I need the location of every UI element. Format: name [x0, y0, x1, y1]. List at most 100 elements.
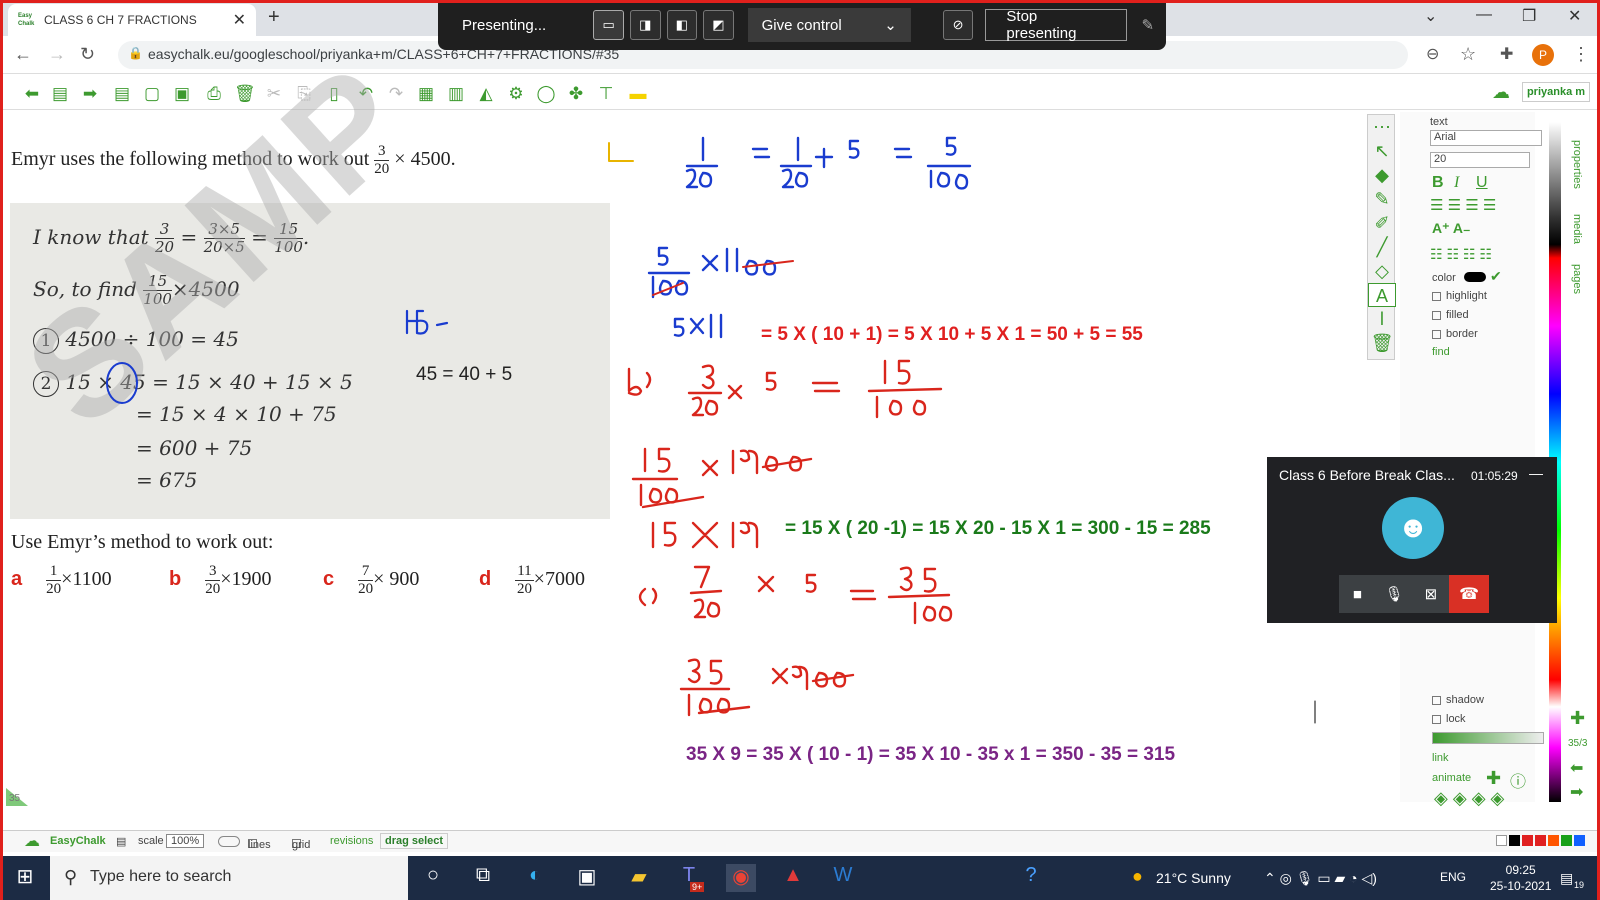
text-pen-icon[interactable]: ǀ	[1368, 307, 1396, 331]
meet-floating-window[interactable]: Class 6 Before Break Clas... 01:05:29 — …	[1267, 457, 1557, 623]
tab-properties[interactable]: properties	[1571, 140, 1583, 189]
sticky-note-icon[interactable]: ▬	[628, 84, 648, 104]
new-page-icon[interactable]: ▤	[112, 84, 132, 104]
word-icon[interactable]: W	[828, 864, 858, 892]
new-tab-icon[interactable]: +	[268, 6, 280, 29]
back-icon[interactable]: ←	[14, 44, 32, 65]
shapes-icon[interactable]: ◇	[1368, 259, 1396, 283]
swatch-black[interactable]	[1509, 835, 1520, 846]
toggle-switch[interactable]	[218, 836, 240, 847]
hang-up-icon[interactable]: ☎	[1449, 575, 1489, 613]
taskbar-search[interactable]: ⚲ Type here to search	[50, 856, 408, 900]
whiteboard-canvas[interactable]: Emyr uses the following method to work o…	[0, 32, 1353, 811]
present-screen-icon[interactable]: ⊠	[1413, 585, 1450, 603]
line-icon[interactable]: ╱	[1368, 235, 1396, 259]
microphone-icon[interactable]: 🎙	[1376, 585, 1413, 603]
typed-45-split[interactable]: 45 = 40 + 5	[416, 364, 512, 386]
notification-icon[interactable]: ▤	[1560, 870, 1573, 887]
scale-select[interactable]: 100%	[166, 834, 205, 848]
camera-icon[interactable]: ■	[1339, 586, 1376, 603]
typed-purple-line[interactable]: 35 X 9 = 35 X ( 10 - 1) = 35 X 10 - 35 x…	[686, 744, 1175, 766]
tray-icons[interactable]: ⌃ ◎ 🎙 ▭ ▰ ◔ ◁)	[1264, 870, 1377, 887]
eraser-icon[interactable]: ◆	[1368, 163, 1396, 187]
tab-media[interactable]: media	[1571, 214, 1583, 244]
swatch-white[interactable]	[1496, 835, 1507, 846]
extensions-icon[interactable]: ✚	[1500, 44, 1513, 64]
pen-icon[interactable]: ✎	[1368, 187, 1396, 211]
comment-icon[interactable]: ◯	[536, 84, 556, 104]
diagram-icon[interactable]: ⚙	[506, 84, 526, 104]
typed-green-line[interactable]: = 15 X ( 20 -1) = 15 X 20 - 15 X 1 = 300…	[785, 518, 1211, 540]
highlight-option[interactable]: highlight	[1432, 290, 1487, 302]
grip-icon[interactable]: ⋯	[1368, 115, 1396, 139]
edge-icon[interactable]: ◐	[520, 864, 550, 892]
zoom-icon[interactable]: ⊖	[1426, 44, 1439, 64]
align-icons[interactable]: ☰ ☰ ☰ ☰	[1430, 196, 1496, 214]
swatch-red[interactable]	[1522, 835, 1533, 846]
prev-page-icon[interactable]: ⬅	[22, 84, 42, 104]
profile-avatar[interactable]: P	[1532, 44, 1554, 66]
swatch-green[interactable]	[1561, 835, 1572, 846]
weather-text[interactable]: 21°C Sunny	[1156, 870, 1231, 886]
opacity-slider[interactable]	[1432, 732, 1544, 744]
lock-option[interactable]: lock	[1432, 713, 1466, 725]
user-name[interactable]: priyanka m	[1522, 82, 1590, 102]
trash-icon[interactable]: 🗑	[1368, 331, 1396, 355]
typed-red-line[interactable]: = 5 X ( 10 + 1) = 5 X 10 + 5 X 1 = 50 + …	[761, 324, 1143, 346]
present-pip-icon[interactable]: ◨	[629, 10, 661, 40]
list-icons[interactable]: ☷ ☷ ☷ ☷	[1430, 246, 1492, 263]
next-arrow-icon[interactable]: ➡	[1570, 782, 1583, 802]
bold-icon[interactable]: B	[1432, 174, 1444, 192]
font-size-input[interactable]: 20	[1430, 152, 1530, 168]
filled-option[interactable]: filled	[1432, 309, 1469, 321]
tab-pages[interactable]: pages	[1571, 264, 1583, 294]
prev-arrow-icon[interactable]: ⬅	[1570, 758, 1583, 778]
print-icon[interactable]: ⎙	[204, 84, 224, 104]
open-folder-icon[interactable]: ▢	[142, 84, 162, 104]
language-indicator[interactable]: ENG	[1440, 870, 1466, 884]
add-page-icon[interactable]: ✚	[1570, 708, 1585, 729]
windows-start-icon[interactable]: ⊞	[10, 864, 40, 892]
swatch-orange[interactable]	[1548, 835, 1559, 846]
restore-icon[interactable]: ❐	[1522, 6, 1536, 26]
browser-tab[interactable]: Easy Chalk CLASS 6 CH 7 FRACTIONS ✕	[8, 4, 256, 36]
help-icon[interactable]: ?	[1016, 864, 1046, 892]
menu-dots-icon[interactable]: ⋮	[1572, 44, 1590, 65]
font-select[interactable]: Arial	[1430, 130, 1542, 146]
reload-icon[interactable]: ↻	[80, 44, 95, 65]
find-link[interactable]: find	[1432, 346, 1450, 358]
graph-icon[interactable]: ◭	[476, 84, 496, 104]
camera-app-icon[interactable]: ▣	[572, 864, 602, 892]
present-corner-icon[interactable]: ◩	[703, 10, 734, 40]
close-tab-icon[interactable]: ✕	[233, 10, 246, 30]
forward-icon[interactable]: →	[48, 44, 66, 65]
table-icon[interactable]: ▦	[416, 84, 436, 104]
layer-icons[interactable]: ◈ ◈ ◈ ◈	[1434, 788, 1504, 809]
link-label[interactable]: link	[1432, 752, 1449, 764]
text-tool-icon[interactable]: A	[1368, 283, 1396, 307]
add-animation-icon[interactable]: ✚	[1486, 768, 1501, 789]
border-option[interactable]: border	[1432, 328, 1478, 340]
minimize-icon[interactable]: —	[1476, 6, 1492, 24]
next-page-icon[interactable]: ➡	[80, 84, 100, 104]
tab-search-icon[interactable]: ⌄	[1424, 6, 1437, 26]
acrobat-icon[interactable]: ▲	[778, 864, 808, 892]
info-icon[interactable]: ⓘ	[1510, 768, 1526, 792]
swatch-red-2[interactable]	[1535, 835, 1546, 846]
underline-icon[interactable]: U	[1476, 174, 1488, 192]
color-swatch[interactable]	[1464, 272, 1486, 282]
minimize-icon[interactable]: —	[1529, 465, 1543, 481]
font-grow-icon[interactable]: A⁺ A₋	[1432, 220, 1470, 237]
bookmark-star-icon[interactable]: ☆	[1460, 44, 1476, 65]
chart-icon[interactable]: ▥	[446, 84, 466, 104]
italic-icon[interactable]: I	[1454, 174, 1459, 192]
stop-share-icon[interactable]: ⊘	[942, 10, 974, 40]
close-window-icon[interactable]: ✕	[1568, 6, 1581, 26]
chrome-icon[interactable]: ◉	[726, 864, 756, 892]
present-full-icon[interactable]: ▭	[593, 10, 624, 40]
revisions-link[interactable]: revisions	[330, 835, 373, 847]
pointer-icon[interactable]: ↖	[1368, 139, 1396, 163]
file-explorer-icon[interactable]: ▰	[624, 864, 654, 892]
taskbar-clock[interactable]: 09:25 25-10-2021	[1490, 862, 1551, 894]
pin-icon[interactable]: ✎	[1141, 16, 1154, 34]
